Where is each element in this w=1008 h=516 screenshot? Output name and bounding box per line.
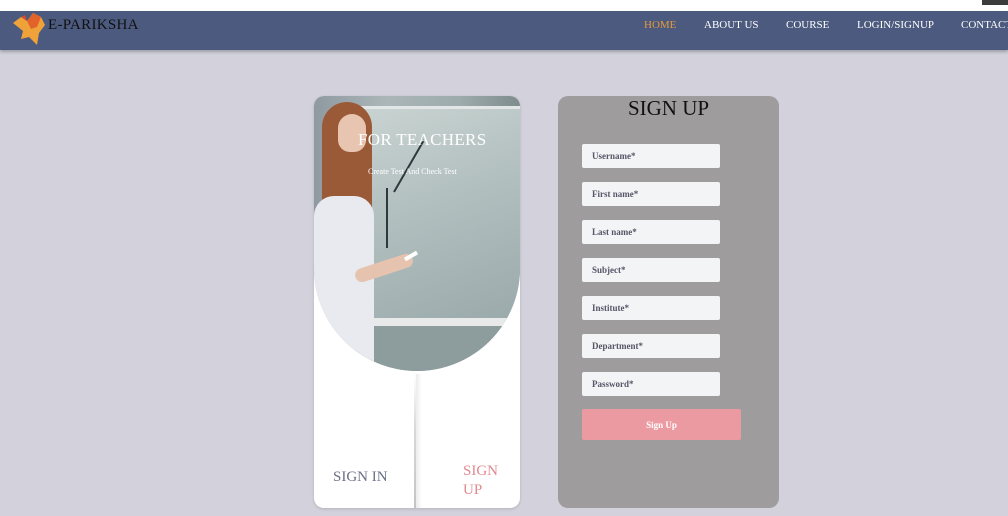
form-title: SIGN UP bbox=[627, 96, 710, 120]
board-rail bbox=[354, 318, 520, 326]
tab-sign-up[interactable]: SIGN UP bbox=[463, 462, 513, 500]
sign-up-button[interactable]: Sign Up bbox=[582, 409, 741, 440]
password-field[interactable] bbox=[582, 372, 720, 396]
board-axis bbox=[386, 188, 388, 248]
board-lower bbox=[354, 326, 520, 371]
tab-divider-shadow bbox=[416, 374, 422, 508]
card-title: FOR TEACHERS bbox=[358, 130, 487, 149]
username-field[interactable] bbox=[582, 144, 720, 168]
signup-form-card: SIGN UP Sign Up bbox=[558, 96, 779, 508]
map-logo-icon[interactable] bbox=[11, 11, 49, 47]
nav-home[interactable]: HOME bbox=[644, 19, 676, 31]
teacher-body bbox=[314, 196, 374, 371]
brand-name[interactable]: E-PARIKSHA bbox=[48, 17, 139, 34]
department-field[interactable] bbox=[582, 334, 720, 358]
institute-field[interactable] bbox=[582, 296, 720, 320]
first-name-field[interactable] bbox=[582, 182, 720, 206]
nav-about-us[interactable]: ABOUT US bbox=[704, 19, 759, 31]
window-control bbox=[982, 0, 1008, 5]
nav-course[interactable]: COURSE bbox=[786, 19, 829, 31]
nav-login-signup[interactable]: LOGIN/SIGNUP bbox=[857, 19, 934, 31]
nav-contact[interactable]: CONTACT bbox=[961, 19, 1008, 31]
navbar: E-PARIKSHA HOME ABOUT US COURSE LOGIN/SI… bbox=[0, 11, 1008, 50]
teacher-photo: FOR TEACHERS Create Test And Check Test bbox=[314, 96, 520, 371]
card-subtitle: Create Test And Check Test bbox=[368, 167, 457, 176]
subject-field[interactable] bbox=[582, 258, 720, 282]
teacher-card: FOR TEACHERS Create Test And Check Test … bbox=[314, 96, 520, 508]
tab-sign-in[interactable]: SIGN IN bbox=[333, 468, 393, 487]
last-name-field[interactable] bbox=[582, 220, 720, 244]
